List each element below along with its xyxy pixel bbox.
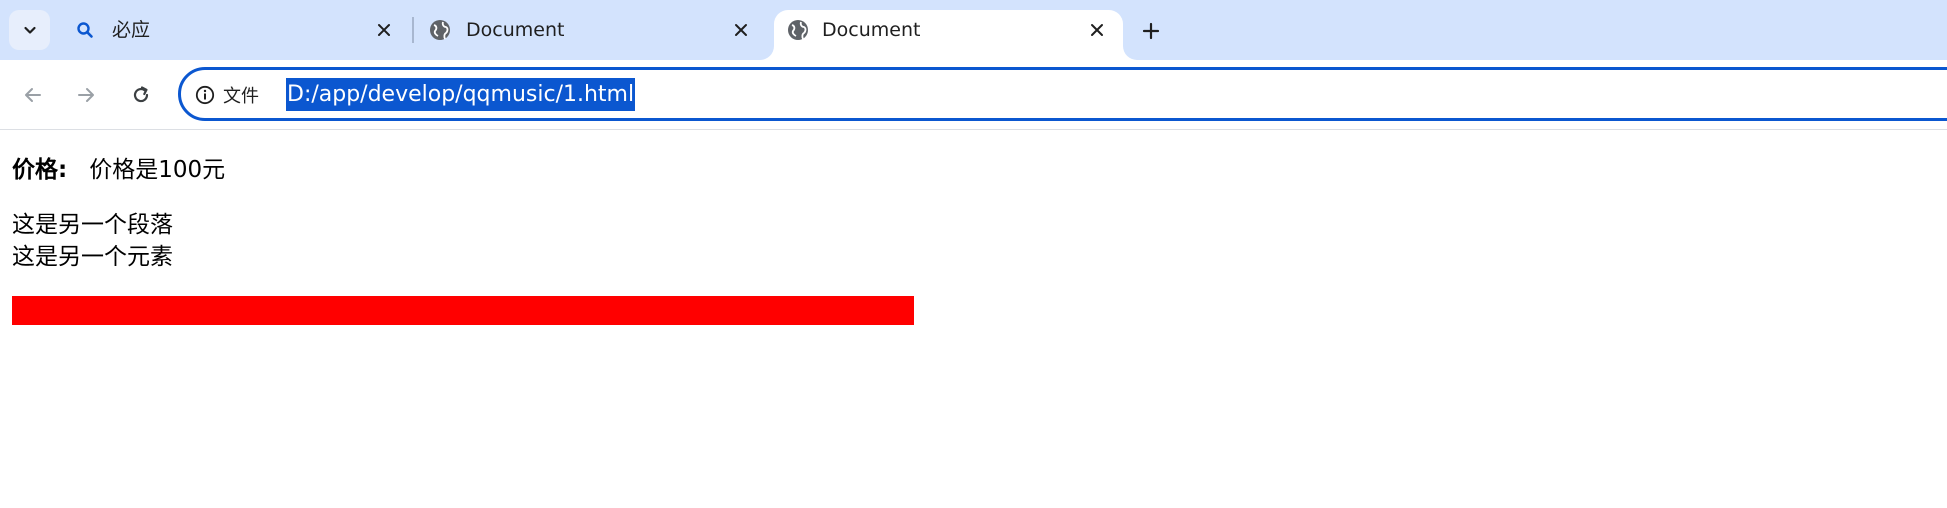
toolbar: 文件 D:/app/develop/qqmusic/1.html xyxy=(0,60,1947,130)
tab-strip: 必应 Document Document xyxy=(0,0,1947,60)
price-label: 价格: xyxy=(12,157,68,183)
reload-icon xyxy=(133,86,149,103)
price-line: 价格: 价格是100元 xyxy=(12,155,225,185)
arrow-left-icon xyxy=(25,88,41,102)
tab-document-2[interactable]: Document xyxy=(774,10,1123,60)
globe-icon xyxy=(428,18,452,42)
globe-icon xyxy=(786,18,810,42)
close-tab-button[interactable] xyxy=(728,17,754,43)
close-icon xyxy=(378,24,390,36)
close-tab-button[interactable] xyxy=(371,17,397,43)
site-info-button[interactable]: 文件 xyxy=(195,82,259,108)
info-icon xyxy=(195,85,215,105)
chevron-down-icon xyxy=(23,26,36,34)
tab-search-button[interactable] xyxy=(9,10,50,50)
red-box xyxy=(12,296,914,325)
page-content: 价格: 价格是100元 这是另一个段落 这是另一个元素 xyxy=(0,131,1947,508)
reload-button[interactable] xyxy=(123,77,159,113)
url-text[interactable]: D:/app/develop/qqmusic/1.html xyxy=(286,78,636,111)
new-tab-button[interactable] xyxy=(1135,15,1167,47)
plus-icon xyxy=(1142,22,1160,40)
forward-button[interactable] xyxy=(68,77,104,113)
paragraph: 这是另一个段落 xyxy=(12,212,173,238)
site-info-label: 文件 xyxy=(223,86,259,107)
price-value: 价格是100元 xyxy=(89,157,226,183)
tab-document-1[interactable]: Document xyxy=(414,10,772,60)
close-tab-button[interactable] xyxy=(1084,17,1110,43)
search-icon xyxy=(73,18,97,42)
close-icon xyxy=(735,24,747,36)
tab-title: Document xyxy=(822,19,921,41)
back-button[interactable] xyxy=(15,77,51,113)
tab-bing[interactable]: 必应 xyxy=(57,10,412,60)
arrow-right-icon xyxy=(78,88,94,102)
tab-title: 必应 xyxy=(112,19,151,41)
close-icon xyxy=(1091,24,1103,36)
address-bar[interactable]: 文件 D:/app/develop/qqmusic/1.html xyxy=(178,67,1947,121)
element-text: 这是另一个元素 xyxy=(12,244,173,270)
tab-title: Document xyxy=(466,19,565,41)
